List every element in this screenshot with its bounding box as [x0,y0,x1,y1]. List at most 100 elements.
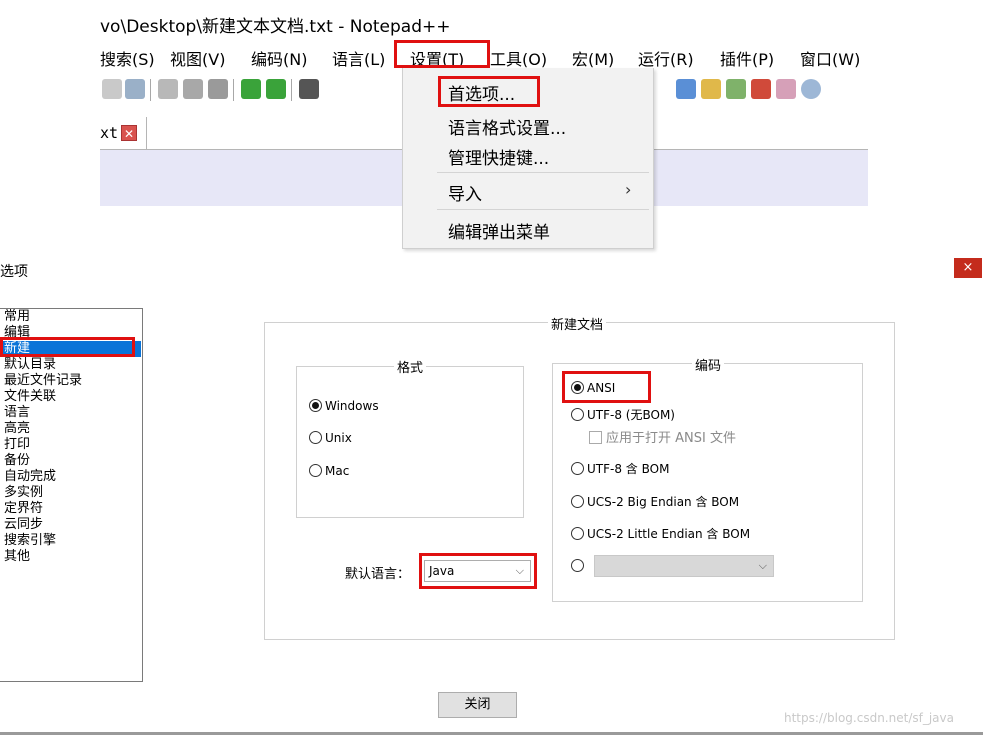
default-language-value: Java [429,564,455,578]
settings-dropdown: 首选项... 语言格式设置... 管理快捷键... 导入 › 编辑弹出菜单 [402,68,654,249]
cut-icon[interactable] [158,79,178,99]
format-mac-radio[interactable]: Mac [309,463,349,479]
function-list-icon[interactable] [751,79,771,99]
menu-tools[interactable]: 工具(O) [490,46,547,70]
find-icon[interactable] [299,79,319,99]
bottom-divider [0,732,983,735]
radio-unchecked-icon [309,464,322,477]
format-unix-label: Unix [325,431,352,445]
encoding-utf8-label: UTF-8 (无BOM) [587,408,675,422]
encoding-ucs2-be-radio[interactable]: UCS-2 Big Endian 含 BOM [571,494,739,510]
menu-encoding[interactable]: 编码(N) [251,46,307,70]
menu-item-import[interactable]: 导入 [448,180,482,205]
menu-view[interactable]: 视图(V) [170,46,225,70]
print-icon[interactable] [125,79,145,99]
dialog-close-icon[interactable]: × [954,258,982,278]
format-windows-label: Windows [325,399,379,413]
radio-unchecked-icon [571,495,584,508]
tab-close-icon[interactable]: ✕ [121,125,137,141]
category-item[interactable]: 语言 [4,405,139,421]
format-group-title: 格式 [394,357,427,376]
category-item[interactable]: 定界符 [4,501,139,517]
watermark-text: https://blog.csdn.net/sf_java [784,711,954,725]
category-item[interactable]: 常用 [4,309,139,325]
new-document-group-title: 新建文档 [548,314,607,333]
toolbar-separator [150,79,151,101]
menu-language[interactable]: 语言(L) [332,46,385,70]
file-tab-label: xt [100,124,119,142]
menu-separator [437,172,649,173]
menu-run[interactable]: 运行(R) [638,46,694,70]
encoding-utf8-bom-label: UTF-8 含 BOM [587,462,670,476]
close-button[interactable]: 关闭 [438,692,517,718]
other-encoding-select: ⌵ [594,555,774,577]
toolbar-separator [291,79,292,101]
category-item[interactable]: 编辑 [4,325,139,341]
category-item[interactable]: 打印 [4,437,139,453]
radio-unchecked-icon [309,431,322,444]
format-unix-radio[interactable]: Unix [309,430,352,446]
encoding-ucs2-le-label: UCS-2 Little Endian 含 BOM [587,527,751,541]
encoding-ucs2-le-radio[interactable]: UCS-2 Little Endian 含 BOM [571,526,750,542]
doc-map-icon[interactable] [726,79,746,99]
file-tab[interactable]: xt ✕ [100,117,147,149]
menu-item-preferences[interactable]: 首选项... [448,80,515,105]
menu-item-shortcut-mapper[interactable]: 管理快捷键... [448,144,549,169]
category-item[interactable]: 文件关联 [4,389,139,405]
radio-unchecked-icon [571,462,584,475]
encoding-ucs2-be-label: UCS-2 Big Endian 含 BOM [587,495,740,509]
chevron-down-icon: ⌵ [515,564,524,577]
category-item[interactable]: 最近文件记录 [4,373,139,389]
category-item[interactable]: 备份 [4,453,139,469]
apply-to-ansi-label: 应用于打开 ANSI 文件 [606,431,736,446]
category-item[interactable]: 高亮 [4,421,139,437]
encoding-utf8-radio[interactable]: UTF-8 (无BOM) [571,407,675,423]
category-item[interactable]: 其他 [4,549,139,565]
encoding-ansi-radio[interactable]: ANSI [571,380,615,396]
paste-icon[interactable] [208,79,228,99]
menu-item-style-configurator[interactable]: 语言格式设置... [448,114,566,139]
category-item[interactable]: 搜索引擎 [4,533,139,549]
toolbar-separator [233,79,234,101]
encoding-ansi-label: ANSI [587,381,616,395]
chevron-down-icon: ⌵ [758,559,767,572]
submenu-arrow-icon: › [625,180,632,199]
category-item-selected[interactable]: 新建 [0,341,141,357]
encoding-other-radio[interactable] [571,558,587,574]
undo-icon[interactable] [241,79,261,99]
checkbox-unchecked-icon [589,431,602,444]
menu-item-edit-popup[interactable]: 编辑弹出菜单 [448,218,550,243]
encoding-group-title: 编码 [692,355,725,374]
category-item[interactable]: 云同步 [4,517,139,533]
monitoring-eye-icon[interactable] [801,79,821,99]
radio-unchecked-icon [571,559,584,572]
default-language-select[interactable]: Java ⌵ [424,560,531,582]
copy-icon[interactable] [183,79,203,99]
category-list[interactable]: 常用 编辑 新建 默认目录 最近文件记录 文件关联 语言 高亮 打印 备份 自动… [0,308,143,682]
category-item[interactable]: 多实例 [4,485,139,501]
menu-macro[interactable]: 宏(M) [572,46,614,70]
encoding-utf8-bom-radio[interactable]: UTF-8 含 BOM [571,461,669,477]
radio-unchecked-icon [571,527,584,540]
format-windows-radio[interactable]: Windows [309,398,379,414]
default-language-label: 默认语言： [345,567,411,582]
window-title: vo\Desktop\新建文本文档.txt - Notepad++ [100,17,451,37]
close-all-icon[interactable] [102,79,122,99]
indent-guide-icon[interactable] [676,79,696,99]
user-lang-icon[interactable] [701,79,721,99]
redo-icon[interactable] [266,79,286,99]
menu-search[interactable]: 搜索(S) [100,46,155,70]
category-item[interactable]: 自动完成 [4,469,139,485]
menu-window[interactable]: 窗口(W) [800,46,860,70]
radio-checked-icon [309,399,322,412]
radio-checked-icon [571,381,584,394]
folder-workspace-icon[interactable] [776,79,796,99]
category-item[interactable]: 默认目录 [4,357,139,373]
menu-separator [437,209,649,210]
radio-unchecked-icon [571,408,584,421]
apply-to-ansi-checkbox[interactable]: 应用于打开 ANSI 文件 [589,431,736,447]
menu-plugins[interactable]: 插件(P) [720,46,774,70]
menu-settings[interactable]: 设置(T) [410,46,464,70]
format-mac-label: Mac [325,464,350,478]
dialog-title: 选项 [0,264,28,280]
